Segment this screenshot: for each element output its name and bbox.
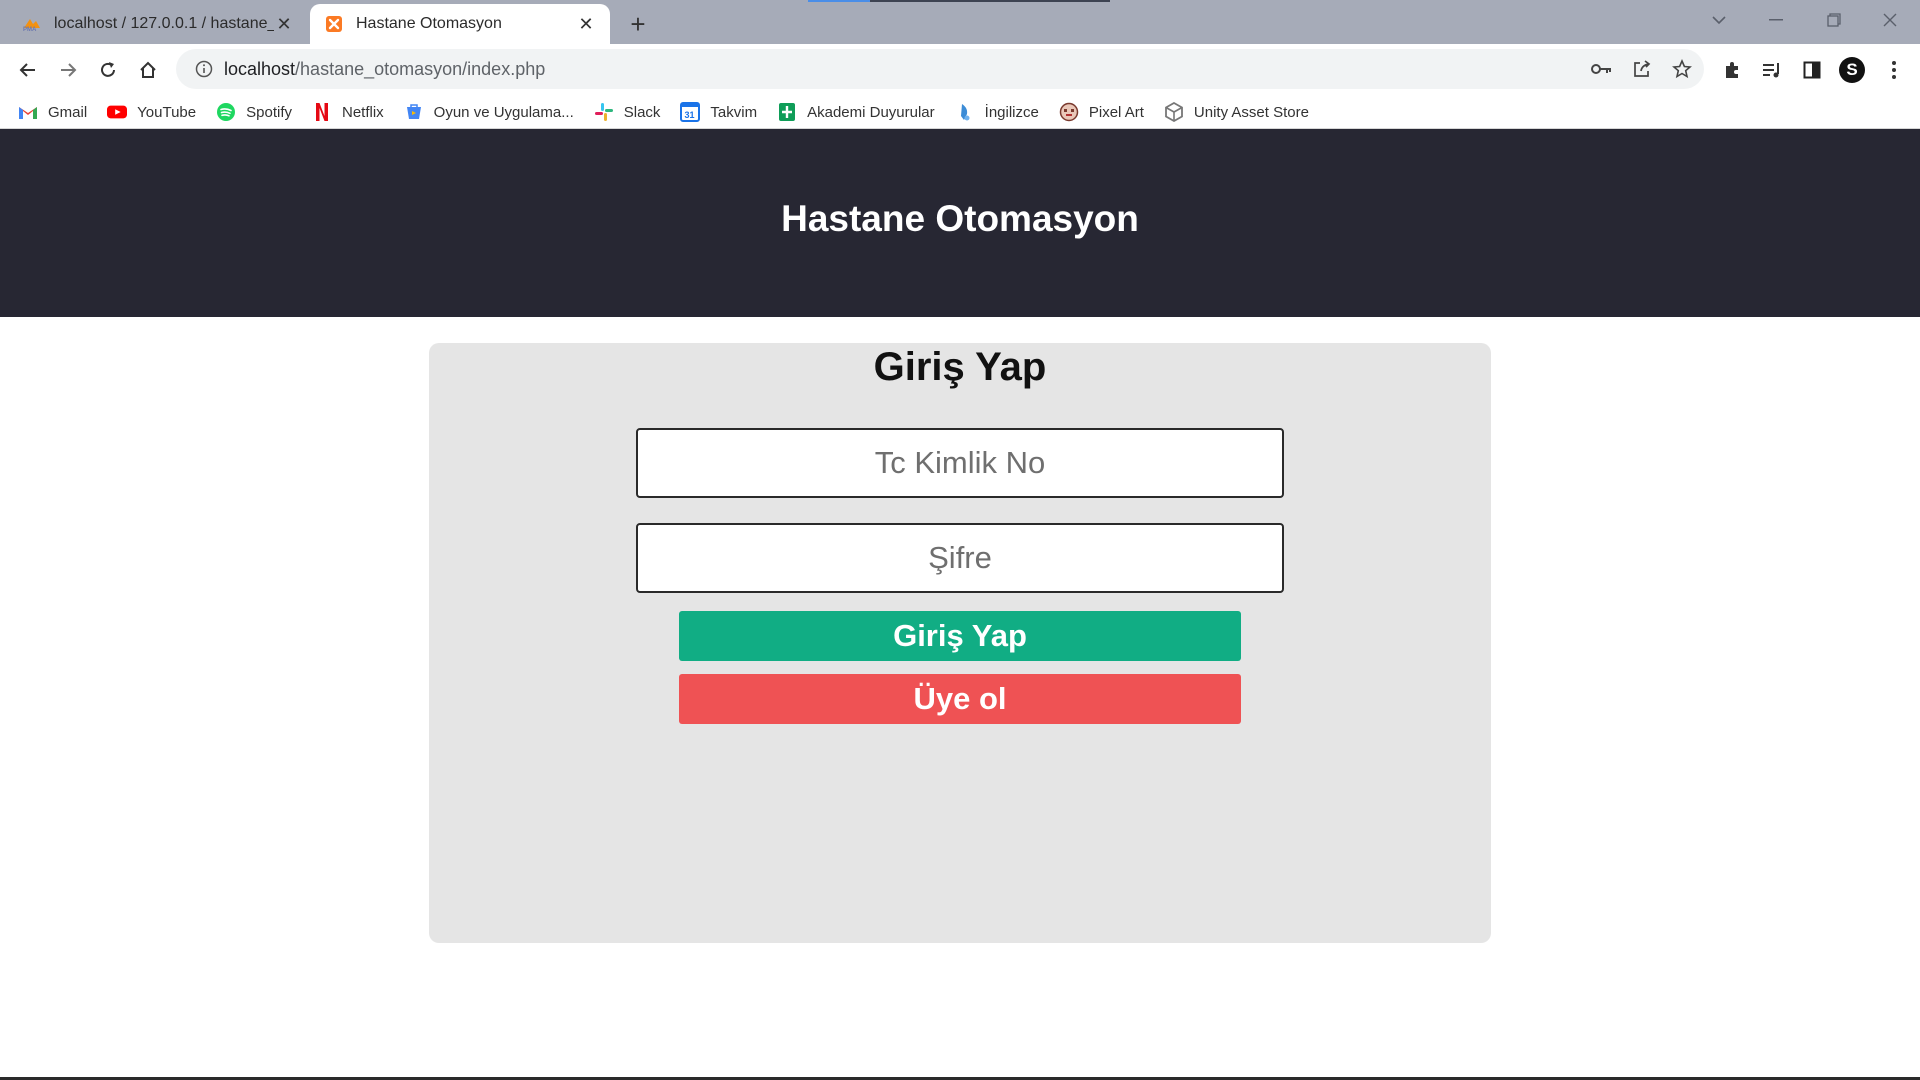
bookmark-slack[interactable]: Slack	[594, 102, 661, 122]
bookmark-unity-asset-store[interactable]: Unity Asset Store	[1164, 102, 1309, 122]
bookmark-label: Spotify	[246, 103, 292, 121]
svg-text:31: 31	[685, 110, 695, 120]
sheets-icon	[777, 102, 797, 122]
forward-icon[interactable]	[48, 50, 88, 90]
bookmarks-bar: Gmail YouTube Spotify Netflix Oyun ve Uy…	[0, 94, 1920, 130]
address-path: /hastane_otomasyon/index.php	[295, 58, 546, 79]
restore-button[interactable]	[1814, 6, 1854, 34]
slack-icon	[594, 102, 614, 122]
minimize-button[interactable]	[1756, 6, 1796, 34]
site-title: Hastane Otomasyon	[781, 198, 1139, 239]
tc-kimlik-input[interactable]	[636, 428, 1284, 498]
address-url[interactable]: localhost/hastane_otomasyon/index.php	[224, 59, 545, 80]
bookmark-label: Unity Asset Store	[1193, 103, 1309, 121]
login-card: Giriş Yap Giriş Yap Üye ol	[429, 343, 1491, 943]
bookmark-spotify[interactable]: Spotify	[216, 102, 292, 122]
play-games-icon	[404, 102, 424, 122]
site-info-icon[interactable]	[184, 60, 224, 78]
bookmark-label: Netflix	[341, 103, 384, 121]
back-icon[interactable]	[8, 50, 48, 90]
phpmyadmin-icon: PMA	[22, 14, 42, 34]
tab-strip: PMA localhost / 127.0.0.1 / hastane_ot ✕…	[0, 0, 1920, 44]
share-icon[interactable]	[1622, 49, 1662, 89]
avatar: S	[1839, 57, 1865, 83]
netflix-icon	[312, 102, 332, 122]
svg-text:PMA: PMA	[23, 27, 37, 32]
tab-search-icon[interactable]	[1699, 6, 1739, 34]
pixel-art-icon	[1059, 102, 1079, 122]
tab-title: localhost / 127.0.0.1 / hastane_ot	[54, 15, 274, 32]
bookmark-label: Oyun ve Uygulama...	[433, 103, 574, 121]
new-tab-button[interactable]: +	[622, 8, 654, 40]
bookmark-youtube[interactable]: YouTube	[107, 102, 196, 122]
bookmark-label: Akademi Duyurular	[807, 103, 935, 121]
side-panel-icon[interactable]	[1792, 50, 1832, 90]
home-icon[interactable]	[128, 50, 168, 90]
browser-toolbar: localhost/hastane_otomasyon/index.php S …	[0, 44, 1920, 130]
signup-button[interactable]: Üye ol	[679, 674, 1241, 724]
unity-icon	[1164, 102, 1184, 122]
login-button[interactable]: Giriş Yap	[679, 611, 1241, 661]
bookmark-gmail[interactable]: Gmail	[18, 102, 87, 122]
address-bar[interactable]: localhost/hastane_otomasyon/index.php	[176, 49, 1704, 89]
tab-phpmyadmin[interactable]: PMA localhost / 127.0.0.1 / hastane_ot ✕	[8, 4, 308, 44]
site-header: Hastane Otomasyon	[0, 129, 1920, 317]
xampp-icon	[324, 14, 344, 34]
tab-hastane-otomasyon[interactable]: Hastane Otomasyon ✕	[310, 4, 610, 44]
loading-indicator	[808, 0, 1110, 2]
login-title: Giriş Yap	[873, 345, 1047, 389]
bookmark-netflix[interactable]: Netflix	[312, 102, 384, 122]
bookmark-label: Slack	[623, 103, 661, 121]
window-close-button[interactable]	[1870, 6, 1910, 34]
bookmark-oyun-uygulama[interactable]: Oyun ve Uygulama...	[404, 102, 574, 122]
bookmark-label: YouTube	[137, 103, 197, 121]
close-icon[interactable]: ✕	[274, 14, 294, 34]
media-control-icon[interactable]	[1752, 50, 1792, 90]
password-key-icon[interactable]	[1582, 49, 1622, 89]
profile-avatar[interactable]: S	[1832, 50, 1872, 90]
more-menu-icon[interactable]	[1874, 50, 1914, 90]
reload-icon[interactable]	[88, 50, 128, 90]
bookmark-ingilizce[interactable]: İngilizce	[955, 102, 1039, 122]
youtube-icon	[107, 102, 128, 122]
address-host: localhost	[224, 58, 296, 79]
bookmark-label: Pixel Art	[1088, 103, 1144, 121]
bookmark-label: Gmail	[48, 103, 88, 121]
spotify-icon	[216, 102, 236, 122]
extensions-icon[interactable]	[1712, 50, 1752, 90]
bookmark-akademi-duyurular[interactable]: Akademi Duyurular	[777, 102, 935, 122]
bookmark-takvim[interactable]: 31 Takvim	[680, 102, 757, 122]
bookmark-star-icon[interactable]	[1662, 49, 1702, 89]
bookmark-label: İngilizce	[984, 103, 1039, 121]
gmail-icon	[18, 102, 38, 122]
bookmark-label: Takvim	[710, 103, 758, 121]
password-input[interactable]	[636, 523, 1284, 593]
english-icon	[955, 102, 975, 122]
close-icon[interactable]: ✕	[576, 14, 596, 34]
bookmark-pixel-art[interactable]: Pixel Art	[1059, 102, 1144, 122]
calendar-icon: 31	[680, 102, 701, 122]
tab-title: Hastane Otomasyon	[356, 15, 502, 32]
